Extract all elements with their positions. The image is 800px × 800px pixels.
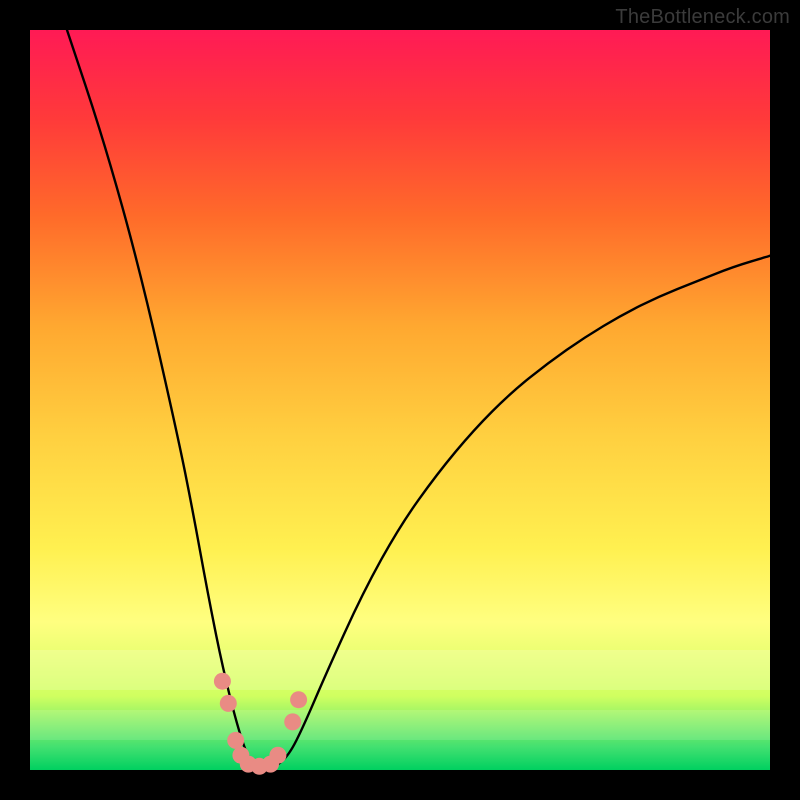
watermark-text: TheBottleneck.com [615, 6, 790, 29]
bottleneck-curve [67, 30, 770, 769]
marker-dot [269, 747, 286, 764]
curve-svg [30, 30, 770, 770]
marker-dot [214, 673, 231, 690]
marker-dot [220, 695, 237, 712]
marker-dot [227, 732, 244, 749]
plot-area [30, 30, 770, 770]
marker-dot [284, 713, 301, 730]
marker-dot [290, 691, 307, 708]
chart-stage: TheBottleneck.com [0, 0, 800, 800]
